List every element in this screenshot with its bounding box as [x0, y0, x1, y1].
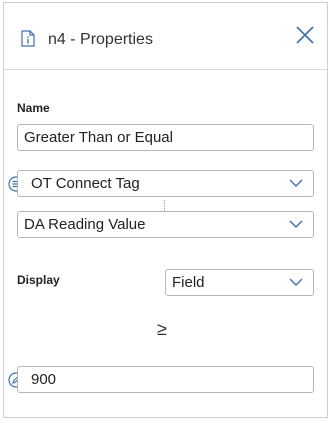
display-select-value: Field [172, 274, 205, 291]
field-select[interactable]: DA Reading Value [17, 211, 314, 238]
display-label: Display [17, 273, 60, 287]
name-input[interactable]: Greater Than or Equal [17, 124, 314, 151]
value-input[interactable]: 900 [17, 366, 314, 393]
close-icon[interactable] [293, 23, 317, 47]
chevron-down-icon [289, 278, 303, 286]
panel-title: n4 - Properties [48, 31, 153, 48]
chevron-down-icon [289, 220, 303, 228]
source-select[interactable]: OT Connect Tag [17, 170, 314, 197]
name-label: Name [17, 101, 50, 115]
display-select[interactable]: Field [165, 269, 314, 296]
operator-symbol: ≥ [157, 319, 167, 339]
chevron-down-icon [289, 179, 303, 187]
field-select-value: DA Reading Value [24, 216, 146, 233]
panel-header: n4 - Properties [4, 3, 327, 70]
source-select-value: OT Connect Tag [31, 175, 140, 192]
document-icon [21, 30, 35, 47]
properties-panel: n4 - Properties Name Greater Than or Equ… [3, 2, 328, 418]
